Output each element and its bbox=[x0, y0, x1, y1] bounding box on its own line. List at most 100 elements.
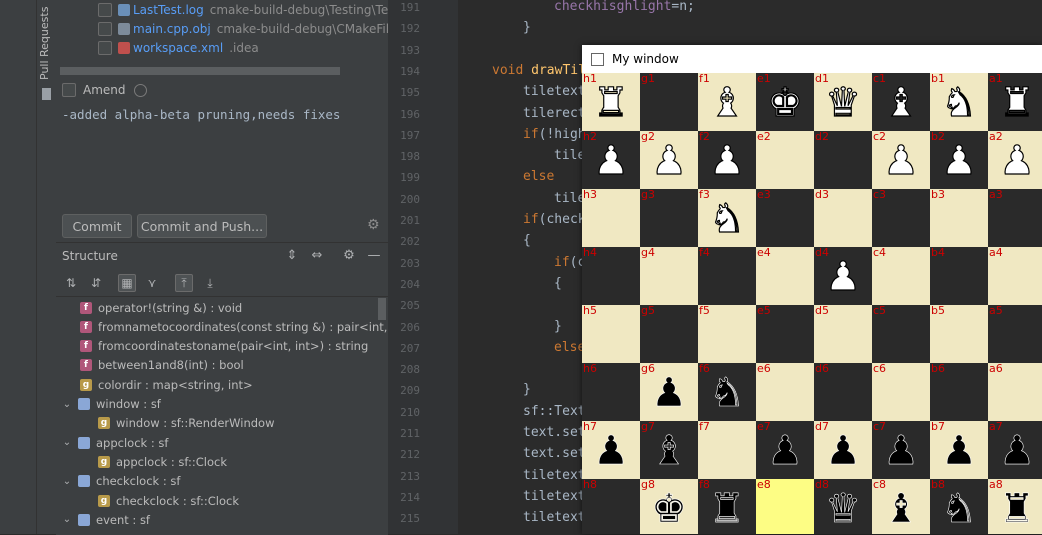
code-line[interactable]: checkhisghlight=n; bbox=[554, 0, 695, 14]
gear-icon[interactable]: ⚙ bbox=[367, 218, 381, 232]
black-piece-icon[interactable]: ♟ bbox=[640, 367, 698, 419]
board-square-e3[interactable]: e3 bbox=[756, 189, 814, 247]
window-titlebar[interactable]: My window bbox=[582, 45, 1042, 73]
board-square-a3[interactable]: a3 bbox=[988, 189, 1042, 247]
white-piece-icon[interactable]: ♟ bbox=[930, 135, 988, 187]
commit-message-input[interactable]: -added alpha-beta pruning,needs fixes bbox=[62, 107, 340, 122]
pull-requests-tab-label[interactable]: Pull Requests bbox=[38, 7, 54, 80]
white-piece-icon[interactable]: ♟ bbox=[582, 135, 640, 187]
board-square-d5[interactable]: d5 bbox=[814, 305, 872, 363]
white-piece-icon[interactable]: ♟ bbox=[872, 135, 930, 187]
board-square-c4[interactable]: c4 bbox=[872, 247, 930, 305]
commit-button[interactable]: Commit bbox=[62, 214, 132, 238]
board-square-h5[interactable]: h5 bbox=[582, 305, 640, 363]
structure-item[interactable]: f between1and8(int) : bool bbox=[80, 356, 244, 375]
board-square-a1[interactable]: a1 ♜ bbox=[988, 73, 1042, 131]
amend-checkbox[interactable] bbox=[62, 83, 76, 97]
white-piece-icon[interactable]: ♟ bbox=[814, 251, 872, 303]
collapse-all-icon[interactable]: ⇔ bbox=[310, 249, 324, 263]
chevron-down-icon[interactable]: ⌄ bbox=[62, 476, 72, 487]
code-line[interactable]: else bbox=[523, 169, 554, 184]
board-square-f1[interactable]: f1 ♝ bbox=[698, 73, 756, 131]
code-line[interactable]: } bbox=[554, 319, 562, 334]
code-line[interactable]: else bbox=[554, 340, 585, 355]
code-line[interactable]: tilerect bbox=[523, 106, 586, 121]
pull-requests-tab[interactable] bbox=[37, 0, 57, 534]
changed-file-row[interactable]: workspace.xml .idea bbox=[98, 38, 259, 57]
chevron-down-icon[interactable]: ⌄ bbox=[62, 514, 72, 525]
show-inherited-icon[interactable]: ⋎ bbox=[144, 275, 160, 291]
code-line[interactable]: } bbox=[523, 20, 531, 35]
board-square-f2[interactable]: f2 ♟ bbox=[698, 131, 756, 189]
autoscroll-from-source-icon[interactable]: ⤓ bbox=[202, 275, 218, 291]
structure-item[interactable]: ⌄ appclock : sf bbox=[62, 433, 169, 452]
board-square-b8[interactable]: b8 ♞ bbox=[930, 479, 988, 534]
board-square-a6[interactable]: a6 bbox=[988, 363, 1042, 421]
board-square-h8[interactable]: h8 bbox=[582, 479, 640, 534]
board-square-c8[interactable]: c8 ♝ bbox=[872, 479, 930, 534]
white-piece-icon[interactable]: ♜ bbox=[582, 77, 640, 129]
board-square-h2[interactable]: h2 ♟ bbox=[582, 131, 640, 189]
structure-item[interactable]: f fromnametocoordinates(const string &) :… bbox=[80, 317, 416, 336]
black-piece-icon[interactable]: ♟ bbox=[988, 425, 1042, 477]
structure-item[interactable]: ⌄ checkclock : sf bbox=[62, 472, 181, 491]
structure-item[interactable]: g colordir : map<string, int> bbox=[80, 375, 253, 394]
board-square-d2[interactable]: d2 bbox=[814, 131, 872, 189]
chevron-down-icon[interactable]: ⌄ bbox=[62, 437, 72, 448]
board-square-b5[interactable]: b5 bbox=[930, 305, 988, 363]
white-piece-icon[interactable]: ♟ bbox=[698, 135, 756, 187]
board-square-f8[interactable]: f8 ♜ bbox=[698, 479, 756, 534]
board-square-a7[interactable]: a7 ♟ bbox=[988, 421, 1042, 479]
black-piece-icon[interactable]: ♟ bbox=[756, 425, 814, 477]
structure-item[interactable]: ⌄ window : sf bbox=[62, 395, 161, 414]
black-piece-icon[interactable]: ♟ bbox=[872, 425, 930, 477]
clock-icon[interactable] bbox=[133, 83, 147, 97]
board-square-a4[interactable]: a4 bbox=[988, 247, 1042, 305]
gear-icon[interactable]: ⚙ bbox=[342, 249, 356, 263]
board-square-a5[interactable]: a5 bbox=[988, 305, 1042, 363]
code-line[interactable]: sf::Text bbox=[523, 404, 586, 419]
code-line[interactable]: { bbox=[523, 233, 531, 248]
board-square-h7[interactable]: h7 ♟ bbox=[582, 421, 640, 479]
sort-alphabetically-icon[interactable]: ⇅ bbox=[63, 275, 79, 291]
board-square-h1[interactable]: h1 ♜ bbox=[582, 73, 640, 131]
board-square-f3[interactable]: f3 ♞ bbox=[698, 189, 756, 247]
board-square-f5[interactable]: f5 bbox=[698, 305, 756, 363]
board-square-e7[interactable]: e7 ♟ bbox=[756, 421, 814, 479]
board-square-a8[interactable]: a8 ♜ bbox=[988, 479, 1042, 534]
white-piece-icon[interactable]: ♝ bbox=[698, 77, 756, 129]
board-square-e1[interactable]: e1 ♚ bbox=[756, 73, 814, 131]
board-square-g7[interactable]: g7 ♝ bbox=[640, 421, 698, 479]
board-square-c3[interactable]: c3 bbox=[872, 189, 930, 247]
board-square-g8[interactable]: g8 ♚ bbox=[640, 479, 698, 534]
hide-icon[interactable]: — bbox=[367, 249, 381, 263]
code-line[interactable]: tiletext bbox=[523, 510, 586, 525]
code-line[interactable]: text.set bbox=[523, 425, 586, 440]
black-piece-icon[interactable]: ♝ bbox=[640, 425, 698, 477]
show-fields-icon[interactable]: ▦ bbox=[118, 274, 136, 292]
code-line[interactable]: text.set bbox=[523, 446, 586, 461]
black-piece-icon[interactable]: ♜ bbox=[698, 483, 756, 534]
board-square-h3[interactable]: h3 bbox=[582, 189, 640, 247]
board-square-f7[interactable]: f7 bbox=[698, 421, 756, 479]
white-piece-icon[interactable]: ♛ bbox=[814, 77, 872, 129]
file-checkbox[interactable] bbox=[98, 21, 112, 36]
structure-item[interactable]: g window : sf::RenderWindow bbox=[98, 414, 274, 433]
changed-file-row[interactable]: LastTest.log cmake-build-debug\Testing\T… bbox=[98, 0, 420, 19]
black-piece-icon[interactable]: ♞ bbox=[930, 483, 988, 534]
code-line[interactable]: tiletext bbox=[523, 84, 586, 99]
board-square-g4[interactable]: g4 bbox=[640, 247, 698, 305]
board-square-g2[interactable]: g2 ♟ bbox=[640, 131, 698, 189]
white-piece-icon[interactable]: ♚ bbox=[756, 77, 814, 129]
changed-file-row[interactable]: main.cpp.obj cmake-build-debug\CMakeFile… bbox=[98, 19, 421, 38]
chevron-down-icon[interactable]: ⌄ bbox=[62, 399, 72, 410]
board-square-b6[interactable]: b6 bbox=[930, 363, 988, 421]
structure-item[interactable]: g appclock : sf::Clock bbox=[98, 452, 227, 471]
board-square-c7[interactable]: c7 ♟ bbox=[872, 421, 930, 479]
white-piece-icon[interactable]: ♟ bbox=[988, 135, 1042, 187]
board-square-e8[interactable]: e8 bbox=[756, 479, 814, 534]
code-line[interactable]: tile bbox=[554, 148, 585, 163]
board-square-c5[interactable]: c5 bbox=[872, 305, 930, 363]
file-checkbox[interactable] bbox=[98, 40, 112, 55]
board-square-b3[interactable]: b3 bbox=[930, 189, 988, 247]
